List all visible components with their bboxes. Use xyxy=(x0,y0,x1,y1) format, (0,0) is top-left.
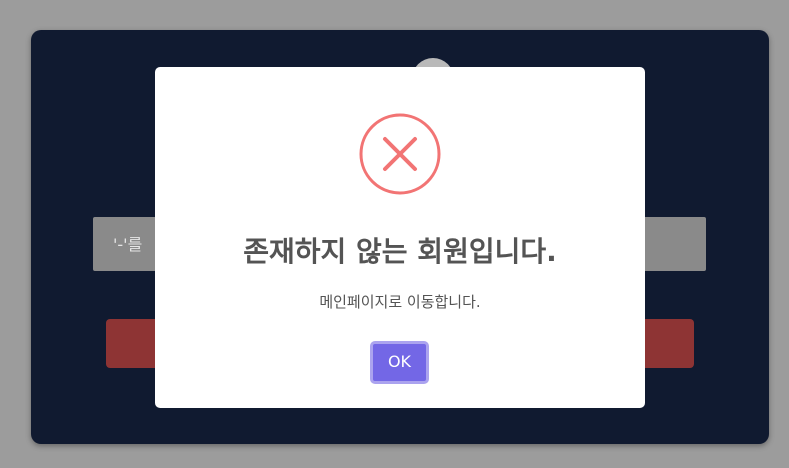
error-x-icon xyxy=(359,113,441,195)
page: '-'를 존재하지 않는 회원입니다. 메인페이지로 이동합니다. OK xyxy=(0,0,789,468)
background-input-text: '-'를 xyxy=(113,235,143,254)
alert-dialog: 존재하지 않는 회원입니다. 메인페이지로 이동합니다. OK xyxy=(155,67,645,408)
ok-button[interactable]: OK xyxy=(370,341,429,384)
dialog-title: 존재하지 않는 회원입니다. xyxy=(243,235,557,268)
dialog-message: 메인페이지로 이동합니다. xyxy=(319,293,481,311)
